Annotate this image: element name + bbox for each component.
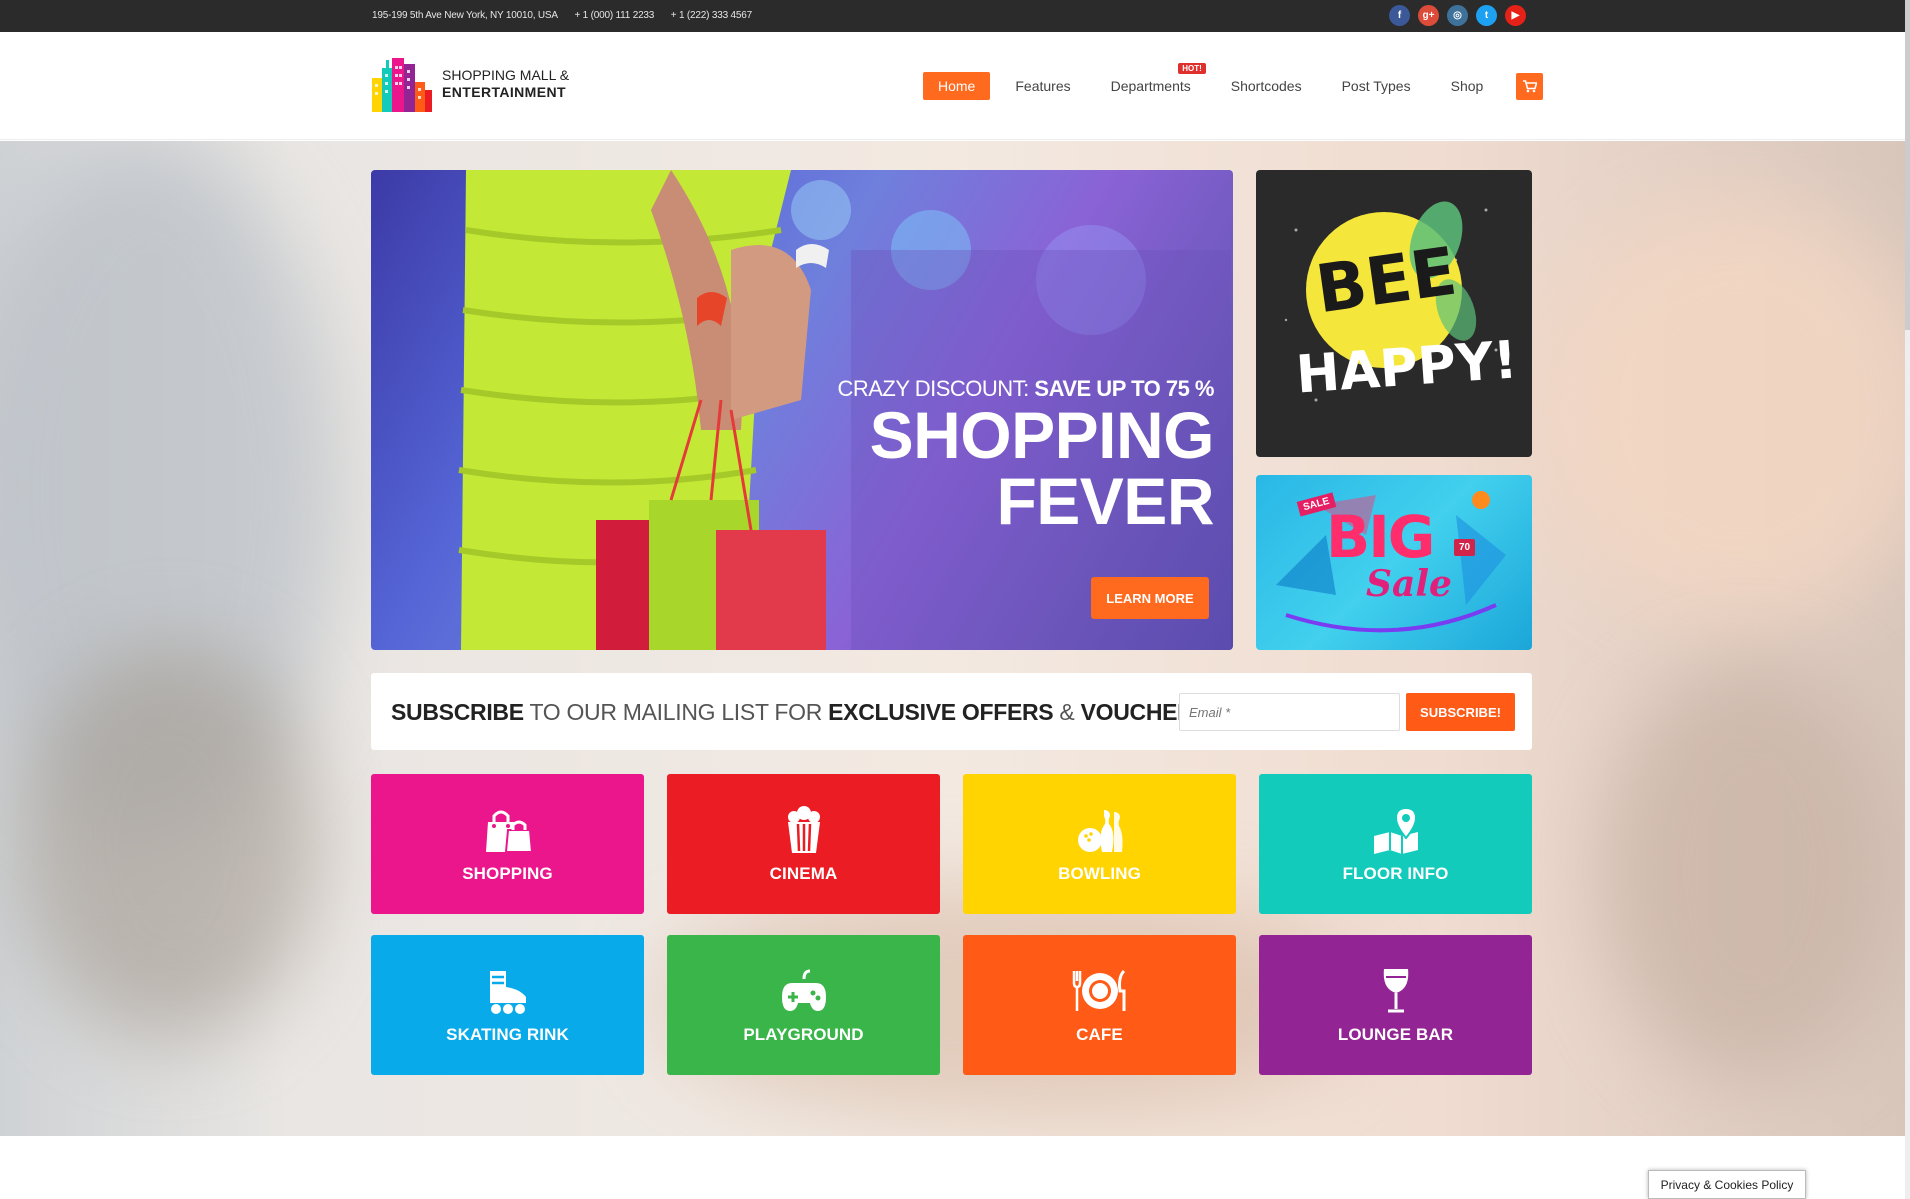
- site-header: SHOPPING MALL & ENTERTAINMENT Home Featu…: [0, 32, 1910, 140]
- tile-floor-info[interactable]: FLOOR INFO: [1259, 774, 1532, 914]
- tile-lounge-bar[interactable]: LOUNGE BAR: [1259, 935, 1532, 1075]
- city-buildings-icon: [372, 58, 432, 112]
- site-logo[interactable]: SHOPPING MALL & ENTERTAINMENT: [372, 56, 569, 112]
- instagram-icon[interactable]: ◎: [1447, 5, 1468, 26]
- nav-departments[interactable]: Departments HOT!: [1096, 63, 1206, 100]
- wine-glass-icon: [1380, 965, 1412, 1017]
- nav-departments-label: Departments: [1110, 78, 1191, 94]
- contact-info: 195-199 5th Ave New York, NY 10010, USA …: [372, 10, 766, 21]
- subscribe-bar: SUBSCRIBE TO OUR MAILING LIST FOR EXCLUS…: [371, 673, 1532, 750]
- tile-label: BOWLING: [1058, 864, 1141, 883]
- tile-label: CINEMA: [769, 864, 838, 883]
- tile-label: SKATING RINK: [446, 1025, 569, 1044]
- facebook-icon[interactable]: f: [1389, 5, 1410, 26]
- tile-bowling[interactable]: BOWLING: [963, 774, 1236, 914]
- gamepad-icon: [780, 965, 828, 1017]
- bowling-icon: [1076, 804, 1124, 856]
- tile-label: LOUNGE BAR: [1337, 1025, 1454, 1044]
- subscribe-button[interactable]: SUBSCRIBE!: [1406, 693, 1515, 731]
- bee-happy-ad[interactable]: BEE HAPPY!: [1256, 170, 1532, 457]
- nav-shop[interactable]: Shop: [1436, 72, 1499, 100]
- phone-1[interactable]: + 1 (000) 111 2233: [574, 10, 654, 21]
- tile-cinema[interactable]: CINEMA: [667, 774, 940, 914]
- subscribe-amp: &: [1053, 699, 1081, 725]
- nav-shortcodes[interactable]: Shortcodes: [1216, 72, 1317, 100]
- phone-2[interactable]: + 1 (222) 333 4567: [671, 10, 752, 21]
- tile-playground[interactable]: PLAYGROUND: [667, 935, 940, 1075]
- plate-cutlery-icon: [1070, 965, 1130, 1017]
- hot-badge: HOT!: [1178, 63, 1206, 74]
- page-scrollbar[interactable]: [1905, 0, 1910, 1199]
- top-bar: 195-199 5th Ave New York, NY 10010, USA …: [0, 0, 1910, 32]
- subscribe-word: SUBSCRIBE: [391, 699, 524, 725]
- hero-title-line-2: FEVER: [996, 464, 1214, 538]
- email-input[interactable]: [1179, 693, 1400, 731]
- logo-text: SHOPPING MALL & ENTERTAINMENT: [442, 67, 569, 101]
- nav-features[interactable]: Features: [1000, 72, 1085, 100]
- subscribe-headline: SUBSCRIBE TO OUR MAILING LIST FOR EXCLUS…: [391, 699, 1216, 726]
- popcorn-icon: [784, 804, 824, 856]
- scrollbar-thumb[interactable]: [1905, 0, 1910, 330]
- cart-button[interactable]: [1516, 72, 1544, 100]
- subscribe-middle: TO OUR MAILING LIST FOR: [523, 699, 829, 725]
- google-plus-icon[interactable]: g+: [1418, 5, 1439, 26]
- privacy-cookies-button[interactable]: Privacy & Cookies Policy: [1648, 1170, 1806, 1199]
- tile-shopping[interactable]: SHOPPING: [371, 774, 644, 914]
- tile-cafe[interactable]: CAFE: [963, 935, 1236, 1075]
- shopping-bags-icon: [482, 804, 534, 856]
- learn-more-button[interactable]: LEARN MORE: [1091, 577, 1209, 619]
- roller-skate-icon: [484, 965, 532, 1017]
- main-nav: Home Features Departments HOT! Shortcode…: [923, 63, 1544, 100]
- big-sale-ad[interactable]: SALE BIG Sale 70: [1256, 475, 1532, 650]
- tile-label: CAFE: [1076, 1025, 1123, 1044]
- twitter-icon[interactable]: t: [1476, 5, 1497, 26]
- exclusive-offers: EXCLUSIVE OFFERS: [828, 699, 1054, 725]
- hero-title-line-1: SHOPPING: [869, 398, 1215, 472]
- logo-line-2: ENTERTAINMENT: [442, 84, 566, 100]
- hero-banner[interactable]: CRAZY DISCOUNT: SAVE UP TO 75 % SHOPPING…: [371, 170, 1233, 650]
- nav-post-types[interactable]: Post Types: [1327, 72, 1426, 100]
- address-text: 195-199 5th Ave New York, NY 10010, USA: [372, 10, 558, 21]
- big-text: BIG: [1326, 503, 1435, 571]
- footer-area: [0, 1136, 1910, 1199]
- cart-icon: [1522, 79, 1537, 92]
- social-links: f g+ ◎ t ▶: [1389, 5, 1526, 26]
- percent-badge: 70: [1454, 539, 1476, 556]
- tile-label: PLAYGROUND: [743, 1025, 864, 1044]
- nav-home[interactable]: Home: [923, 72, 991, 100]
- tile-skating-rink[interactable]: SKATING RINK: [371, 935, 644, 1075]
- hero-copy: CRAZY DISCOUNT: SAVE UP TO 75 % SHOPPING…: [837, 376, 1214, 534]
- logo-line-1: SHOPPING MALL &: [442, 67, 570, 83]
- sale-script-text: Sale: [1366, 563, 1452, 605]
- map-pin-icon: [1370, 804, 1422, 856]
- tile-label: SHOPPING: [462, 864, 553, 883]
- tile-label: FLOOR INFO: [1342, 864, 1449, 883]
- youtube-icon[interactable]: ▶: [1505, 5, 1526, 26]
